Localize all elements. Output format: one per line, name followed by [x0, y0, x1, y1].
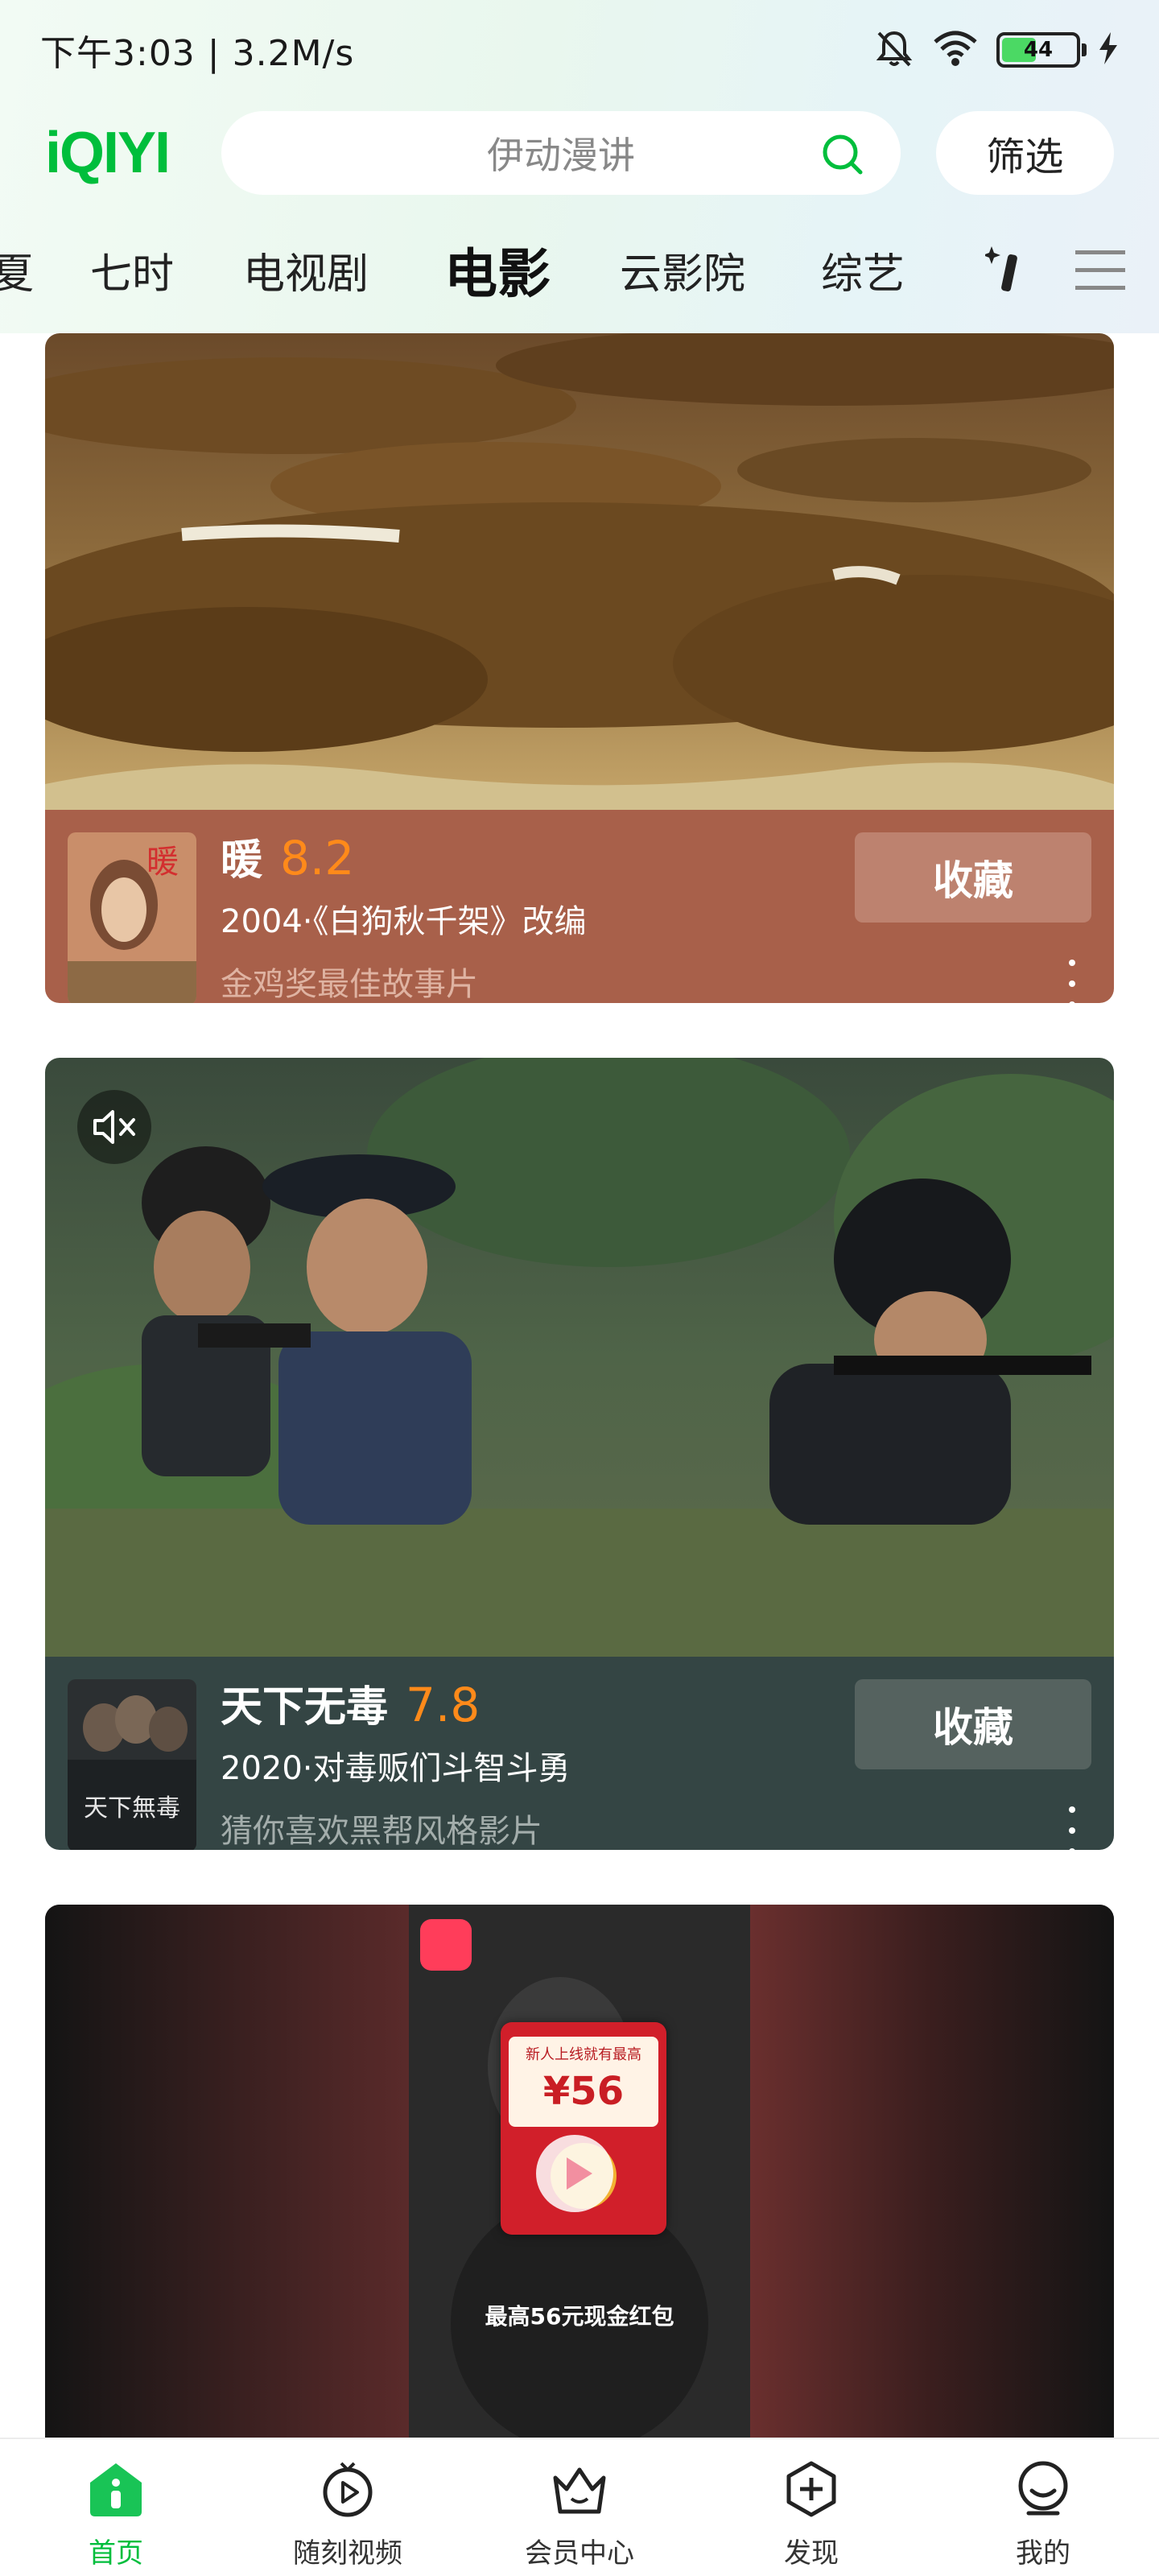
iqiyi-logo[interactable]: iQIYI	[45, 120, 221, 186]
promo-caption: 最高56元现金红包	[485, 2303, 674, 2330]
search-icon[interactable]	[820, 132, 865, 180]
movie-subtitle: 2004·《白狗秋千架》改编	[221, 903, 587, 940]
plus-hexagon-icon	[781, 2458, 842, 2523]
movie-title: 天下无毒	[221, 1683, 389, 1732]
more-options-icon[interactable]	[1062, 1806, 1082, 1850]
movie-card[interactable]: 天下無毒 天下无毒 7.8 2020·对毒贩们斗智斗勇 猜你喜欢黑帮风格影片 收…	[45, 1058, 1114, 1850]
mute-toggle-icon[interactable]	[77, 1090, 151, 1164]
movie-recommend-reason: 金鸡奖最佳故事片	[221, 966, 478, 1003]
nav-home[interactable]: 首页	[0, 2439, 232, 2576]
bottom-navigation: 首页 随刻视频 会员中心 发现 我的	[0, 2438, 1159, 2576]
tab-summer[interactable]: 夏	[0, 240, 34, 300]
tab-qishi[interactable]: 七时	[90, 240, 174, 300]
kuaishou-logo-icon	[420, 1919, 472, 1971]
play-icon[interactable]	[536, 2135, 613, 2212]
nav-profile[interactable]: 我的	[927, 2439, 1159, 2576]
movie-still[interactable]	[45, 333, 1114, 810]
tab-movies[interactable]: 电影	[444, 231, 551, 308]
search-placeholder: 伊动漫讲	[487, 134, 635, 177]
promo-video-card[interactable]: 新人上线就有最高 ¥56 最高56元现金红包	[45, 1905, 1114, 2438]
movie-info-bar[interactable]: 天下無毒 天下无毒 7.8 2020·对毒贩们斗智斗勇 猜你喜欢黑帮风格影片 收…	[45, 1657, 1114, 1850]
status-bar: 下午3:03 | 3.2M/s 44	[0, 0, 1159, 100]
tabs-extra-controls	[983, 243, 1127, 299]
nav-moments-video-label: 随刻视频	[293, 2537, 402, 2570]
tab-variety[interactable]: 综艺	[821, 240, 905, 300]
red-envelope-amount: ¥56	[542, 2069, 625, 2114]
status-icons: 44	[874, 28, 1119, 72]
filter-button[interactable]: 筛选	[935, 111, 1114, 195]
collect-button[interactable]: 收藏	[855, 1679, 1091, 1769]
category-tabs: 夏 七时 电视剧 电影 云影院 综艺	[0, 225, 1159, 314]
svg-text:暖: 暖	[146, 844, 179, 881]
mute-bell-icon	[874, 28, 914, 72]
more-options-icon[interactable]	[1062, 960, 1082, 1003]
nav-discover[interactable]: 发现	[695, 2439, 927, 2576]
movie-title-row: 暖 8.2	[221, 826, 354, 886]
nav-vip-center-label: 会员中心	[525, 2537, 634, 2570]
search-row: iQIYI 伊动漫讲 筛选	[0, 109, 1159, 196]
tab-cloud-cinema[interactable]: 云影院	[620, 240, 745, 300]
status-time: 下午3:03 | 3.2M/s	[40, 33, 355, 74]
menu-icon[interactable]	[1074, 246, 1127, 297]
nav-discover-label: 发现	[784, 2537, 839, 2570]
battery-icon: 44	[996, 32, 1087, 68]
sparkle-pen-icon[interactable]	[983, 243, 1025, 299]
collect-button[interactable]: 收藏	[855, 832, 1091, 923]
battery-level: 44	[1023, 38, 1054, 62]
charging-icon	[1098, 32, 1119, 68]
search-input[interactable]: 伊动漫讲	[221, 111, 901, 195]
tab-tv-series[interactable]: 电视剧	[243, 240, 369, 300]
movie-title-row: 天下无毒 7.8	[221, 1673, 480, 1733]
red-envelope-banner: 新人上线就有最高	[526, 2046, 641, 2063]
movie-score: 7.8	[406, 1678, 481, 1732]
movie-card[interactable]: 暖 暖 8.2 2004·《白狗秋千架》改编 金鸡奖最佳故事片 收藏	[45, 333, 1114, 1003]
movie-poster[interactable]: 暖	[68, 832, 196, 1003]
home-icon	[85, 2458, 146, 2523]
movie-title: 暖	[221, 836, 263, 885]
movie-trailer[interactable]	[45, 1058, 1114, 1657]
svg-text:天下無毒: 天下無毒	[84, 1794, 180, 1823]
nav-vip-center[interactable]: 会员中心	[464, 2439, 695, 2576]
movie-score: 8.2	[280, 831, 355, 886]
red-envelope-card: 新人上线就有最高 ¥56	[509, 2037, 658, 2127]
wifi-icon	[932, 29, 979, 71]
play-circle-icon	[317, 2458, 378, 2523]
movie-info-bar[interactable]: 暖 暖 8.2 2004·《白狗秋千架》改编 金鸡奖最佳故事片 收藏	[45, 810, 1114, 1003]
movie-subtitle: 2020·对毒贩们斗智斗勇	[221, 1750, 571, 1787]
nav-moments-video[interactable]: 随刻视频	[232, 2439, 464, 2576]
nav-profile-label: 我的	[1016, 2537, 1070, 2570]
movie-poster[interactable]: 天下無毒	[68, 1679, 196, 1850]
crown-basket-icon	[549, 2458, 610, 2523]
nav-home-label: 首页	[89, 2537, 143, 2570]
movie-recommend-reason: 猜你喜欢黑帮风格影片	[221, 1813, 542, 1850]
profile-face-icon	[1013, 2458, 1074, 2523]
